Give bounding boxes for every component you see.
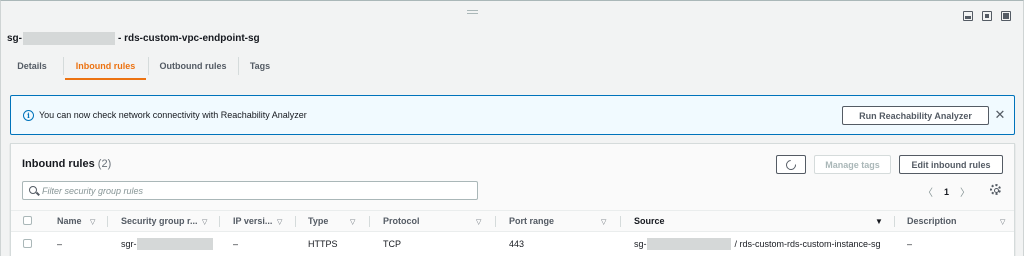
banner-message: You can now check network connectivity w… [39, 110, 307, 120]
search-icon [29, 186, 37, 194]
sort-icon[interactable]: ▽ [1000, 218, 1005, 226]
sg-name: - rds-custom-vpc-endpoint-sg [118, 33, 260, 44]
page-title: sg- - rds-custom-vpc-endpoint-sg [7, 32, 260, 45]
cell-ip-version: – [233, 239, 239, 249]
sgr-prefix: sgr- [121, 239, 137, 249]
tab-divider [238, 57, 239, 75]
chevron-left-icon[interactable]: 〈 [923, 184, 933, 199]
source-link[interactable]: / rds-custom-rds-custom-instance-sg [735, 239, 881, 249]
edit-inbound-rules-button[interactable]: Edit inbound rules [899, 155, 1003, 174]
settings-gear-icon[interactable] [990, 184, 1001, 195]
tab-tags[interactable]: Tags [241, 53, 279, 79]
info-banner: i You can now check network connectivity… [10, 95, 1015, 135]
chevron-right-icon[interactable]: 〉 [960, 184, 970, 199]
column-divider[interactable] [369, 216, 370, 227]
refresh-icon [783, 157, 799, 172]
column-header-security-group-rule[interactable]: Security group r... [121, 211, 198, 231]
sort-icon[interactable]: ▽ [601, 218, 606, 226]
source-prefix: sg- [634, 239, 647, 249]
sg-id-prefix: sg- [7, 33, 22, 44]
table-header: Name ▽ Security group r... ▽ IP versi...… [11, 210, 1014, 232]
section-title: Inbound rules (2) [22, 158, 111, 170]
table-row[interactable]: – sgr- – HTTPS TCP 443 sg- / rds-custom-… [11, 232, 1014, 256]
split-panel: sg- - rds-custom-vpc-endpoint-sg Details… [0, 0, 1024, 256]
resize-handle-icon[interactable] [467, 10, 478, 14]
column-header-protocol[interactable]: Protocol [383, 211, 420, 231]
cell-type: HTTPS [308, 239, 338, 249]
column-header-source[interactable]: Source [634, 211, 665, 231]
tab-inbound-rules[interactable]: Inbound rules [65, 53, 146, 80]
panel-side-icon[interactable] [982, 11, 992, 21]
redacted-source-id [646, 238, 731, 250]
tab-divider [63, 57, 64, 75]
tab-details[interactable]: Details [7, 53, 57, 79]
rule-count: (2) [97, 158, 112, 170]
row-checkbox[interactable] [23, 239, 32, 248]
column-header-type[interactable]: Type [308, 211, 328, 231]
column-divider[interactable] [295, 216, 296, 227]
container-header: Inbound rules (2) Manage tags Edit inbou… [11, 144, 1014, 210]
tab-divider [148, 57, 149, 75]
inbound-rules-container: Inbound rules (2) Manage tags Edit inbou… [10, 143, 1015, 256]
tab-outbound-rules[interactable]: Outbound rules [150, 53, 236, 79]
panel-full-icon[interactable] [1001, 11, 1011, 21]
redacted-sg-id [23, 32, 115, 45]
column-divider[interactable] [495, 216, 496, 227]
select-all-checkbox[interactable] [23, 216, 32, 225]
cell-description: – [907, 239, 913, 249]
sort-icon[interactable]: ▽ [350, 218, 355, 226]
column-header-name[interactable]: Name [57, 211, 82, 231]
cell-security-group-rule: sgr- [121, 238, 213, 250]
panel-position-toggles [963, 11, 1011, 21]
sort-icon[interactable]: ▽ [476, 218, 481, 226]
info-icon: i [23, 110, 34, 121]
run-reachability-analyzer-button[interactable]: Run Reachability Analyzer [842, 106, 989, 125]
manage-tags-button[interactable]: Manage tags [814, 155, 891, 174]
column-divider[interactable] [219, 216, 220, 227]
column-header-port-range[interactable]: Port range [509, 211, 554, 231]
sort-icon[interactable]: ▽ [90, 218, 95, 226]
close-icon[interactable]: ✕ [993, 107, 1007, 122]
column-divider[interactable] [894, 216, 895, 227]
search-box [22, 181, 478, 200]
refresh-button[interactable] [776, 155, 806, 174]
column-divider[interactable] [107, 216, 108, 227]
column-header-ip-version[interactable]: IP versi... [233, 211, 272, 231]
tab-bar: Details Inbound rules Outbound rules Tag… [1, 53, 1021, 80]
pagination: 〈 1 〉 [923, 184, 970, 200]
section-title-label: Inbound rules [22, 158, 95, 170]
cell-name: – [57, 239, 63, 249]
column-divider[interactable] [620, 216, 621, 227]
cell-protocol: TCP [383, 239, 401, 249]
panel-bottom-icon[interactable] [963, 11, 973, 21]
cell-source: sg- / rds-custom-rds-custom-instance-sg [634, 238, 881, 250]
page-number[interactable]: 1 [944, 187, 949, 197]
sort-icon[interactable]: ▽ [277, 218, 282, 226]
search-input[interactable] [42, 183, 472, 198]
sort-icon[interactable]: ▽ [202, 218, 207, 226]
sort-descending-icon[interactable]: ▼ [875, 217, 883, 226]
column-header-description[interactable]: Description [907, 211, 957, 231]
redacted-sgr-id [136, 238, 213, 250]
cell-port-range: 443 [509, 239, 525, 249]
